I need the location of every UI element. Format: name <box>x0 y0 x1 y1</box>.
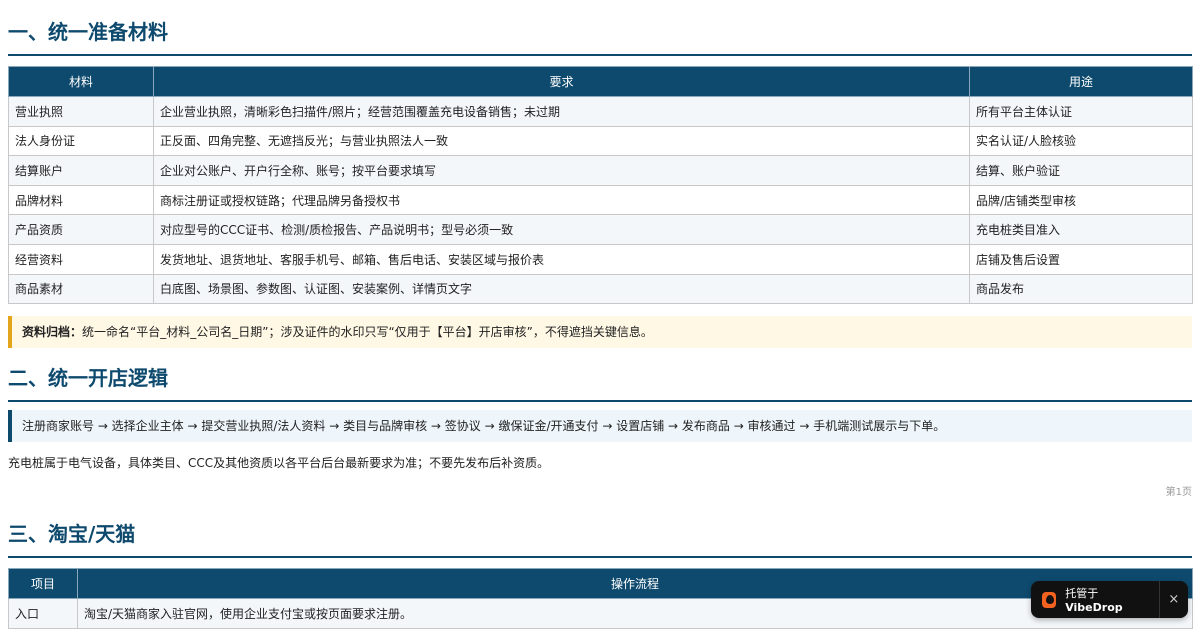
table-cell: 店铺及售后设置 <box>969 243 1193 275</box>
table-cell: 企业营业执照，清晰彩色扫描件/照片；经营范围覆盖充电设备销售；未过期 <box>153 96 970 127</box>
compliance-text: 充电桩属于电气设备，具体类目、CCC及其他资质以各平台后台最新要求为准；不要先发… <box>8 456 550 471</box>
table-cell: 营业执照 <box>8 96 154 127</box>
table-header-row: 项目 操作流程 <box>8 568 1193 600</box>
table-row: 结算账户 企业对公账户、开户行全称、账号；按平台要求填写 结算、账户验证 <box>8 155 1193 186</box>
vibedrop-logo-icon <box>1042 591 1057 608</box>
table-cell: 商品发布 <box>969 273 1193 305</box>
table-cell: 经营资料 <box>8 243 154 275</box>
table-row: 产品资质 对应型号的CCC证书、检测/质检报告、产品说明书；型号必须一致 充电桩… <box>8 214 1193 245</box>
table-cell: 产品资质 <box>8 214 154 245</box>
table-row: 经营资料 发货地址、退货地址、客服手机号、邮箱、售后电话、安装区域与报价表 店铺… <box>8 243 1193 275</box>
table-row: 法人身份证 正反面、四角完整、无遮挡反光；与营业执照法人一致 实名认证/人脸核验 <box>8 125 1193 157</box>
badge-prefix: 托管于 <box>1065 587 1099 600</box>
table-cell: 发货地址、退货地址、客服手机号、邮箱、售后电话、安装区域与报价表 <box>153 243 970 275</box>
note-text: 统一命名“平台_材料_公司名_日期”；涉及证件的水印只写“仅用于【平台】开店审核… <box>82 325 653 340</box>
table-cell: 品牌材料 <box>8 184 154 216</box>
table-row: 入口 淘宝/天猫商家入驻官网，使用企业支付宝或按页面要求注册。 <box>8 598 1193 629</box>
materials-table: 材料 要求 用途 营业执照 企业营业执照，清晰彩色扫描件/照片；经营范围覆盖充电… <box>8 66 1193 305</box>
archive-note: 资料归档：统一命名“平台_材料_公司名_日期”；涉及证件的水印只写“仅用于【平台… <box>8 316 1192 349</box>
table-cell: 结算账户 <box>8 155 154 186</box>
table-row: 品牌材料 商标注册证或授权链路；代理品牌另备授权书 品牌/店铺类型审核 <box>8 184 1193 216</box>
column-header: 要求 <box>153 66 970 97</box>
table-cell: 淘宝/天猫商家入驻官网，使用企业支付宝或按页面要求注册。 <box>77 598 1193 629</box>
document-page: 一、统一准备材料 材料 要求 用途 营业执照 企业营业执照，清晰彩色扫描件/照片… <box>8 0 1193 629</box>
table-row: 营业执照 企业营业执照，清晰彩色扫描件/照片；经营范围覆盖充电设备销售；未过期 … <box>8 96 1193 127</box>
table-cell: 商品素材 <box>8 273 154 305</box>
hosted-by-badge[interactable]: 托管于 VibeDrop × <box>1031 581 1188 618</box>
section-title-materials: 一、统一准备材料 <box>8 0 1192 56</box>
taobao-table: 项目 操作流程 入口 淘宝/天猫商家入驻官网，使用企业支付宝或按页面要求注册。 <box>8 568 1193 629</box>
table-row: 商品素材 白底图、场景图、参数图、认证图、安装案例、详情页文字 商品发布 <box>8 273 1193 305</box>
table-cell: 商标注册证或授权链路；代理品牌另备授权书 <box>153 184 970 216</box>
table-cell: 结算、账户验证 <box>969 155 1193 186</box>
table-cell: 对应型号的CCC证书、检测/质检报告、产品说明书；型号必须一致 <box>153 214 970 245</box>
process-flow: 注册商家账号 → 选择企业主体 → 提交营业执照/法人资料 → 类目与品牌审核 … <box>8 410 1192 443</box>
section-title-store-logic: 二、统一开店逻辑 <box>8 364 1192 403</box>
table-header-row: 材料 要求 用途 <box>8 66 1193 97</box>
column-header: 项目 <box>8 568 78 600</box>
table-cell: 实名认证/人脸核验 <box>969 125 1193 157</box>
table-cell: 白底图、场景图、参数图、认证图、安装案例、详情页文字 <box>153 273 970 305</box>
column-header: 操作流程 <box>77 568 1193 600</box>
table-cell: 充电桩类目准入 <box>969 214 1193 245</box>
column-header: 用途 <box>969 66 1193 97</box>
table-cell: 法人身份证 <box>8 125 154 157</box>
table-cell: 入口 <box>8 598 78 629</box>
close-icon[interactable]: × <box>1160 592 1188 607</box>
table-cell: 企业对公账户、开户行全称、账号；按平台要求填写 <box>153 155 970 186</box>
note-label: 资料归档： <box>22 325 83 340</box>
badge-brand: VibeDrop <box>1065 601 1123 614</box>
table-cell: 品牌/店铺类型审核 <box>969 184 1193 216</box>
table-cell: 所有平台主体认证 <box>969 96 1193 127</box>
column-header: 材料 <box>8 66 154 97</box>
badge-text: 托管于 VibeDrop <box>1065 585 1148 614</box>
section-title-taobao: 三、淘宝/天猫 <box>8 520 1192 559</box>
page-number: 第1页 <box>1165 487 1192 499</box>
table-cell: 正反面、四角完整、无遮挡反光；与营业执照法人一致 <box>153 125 970 157</box>
